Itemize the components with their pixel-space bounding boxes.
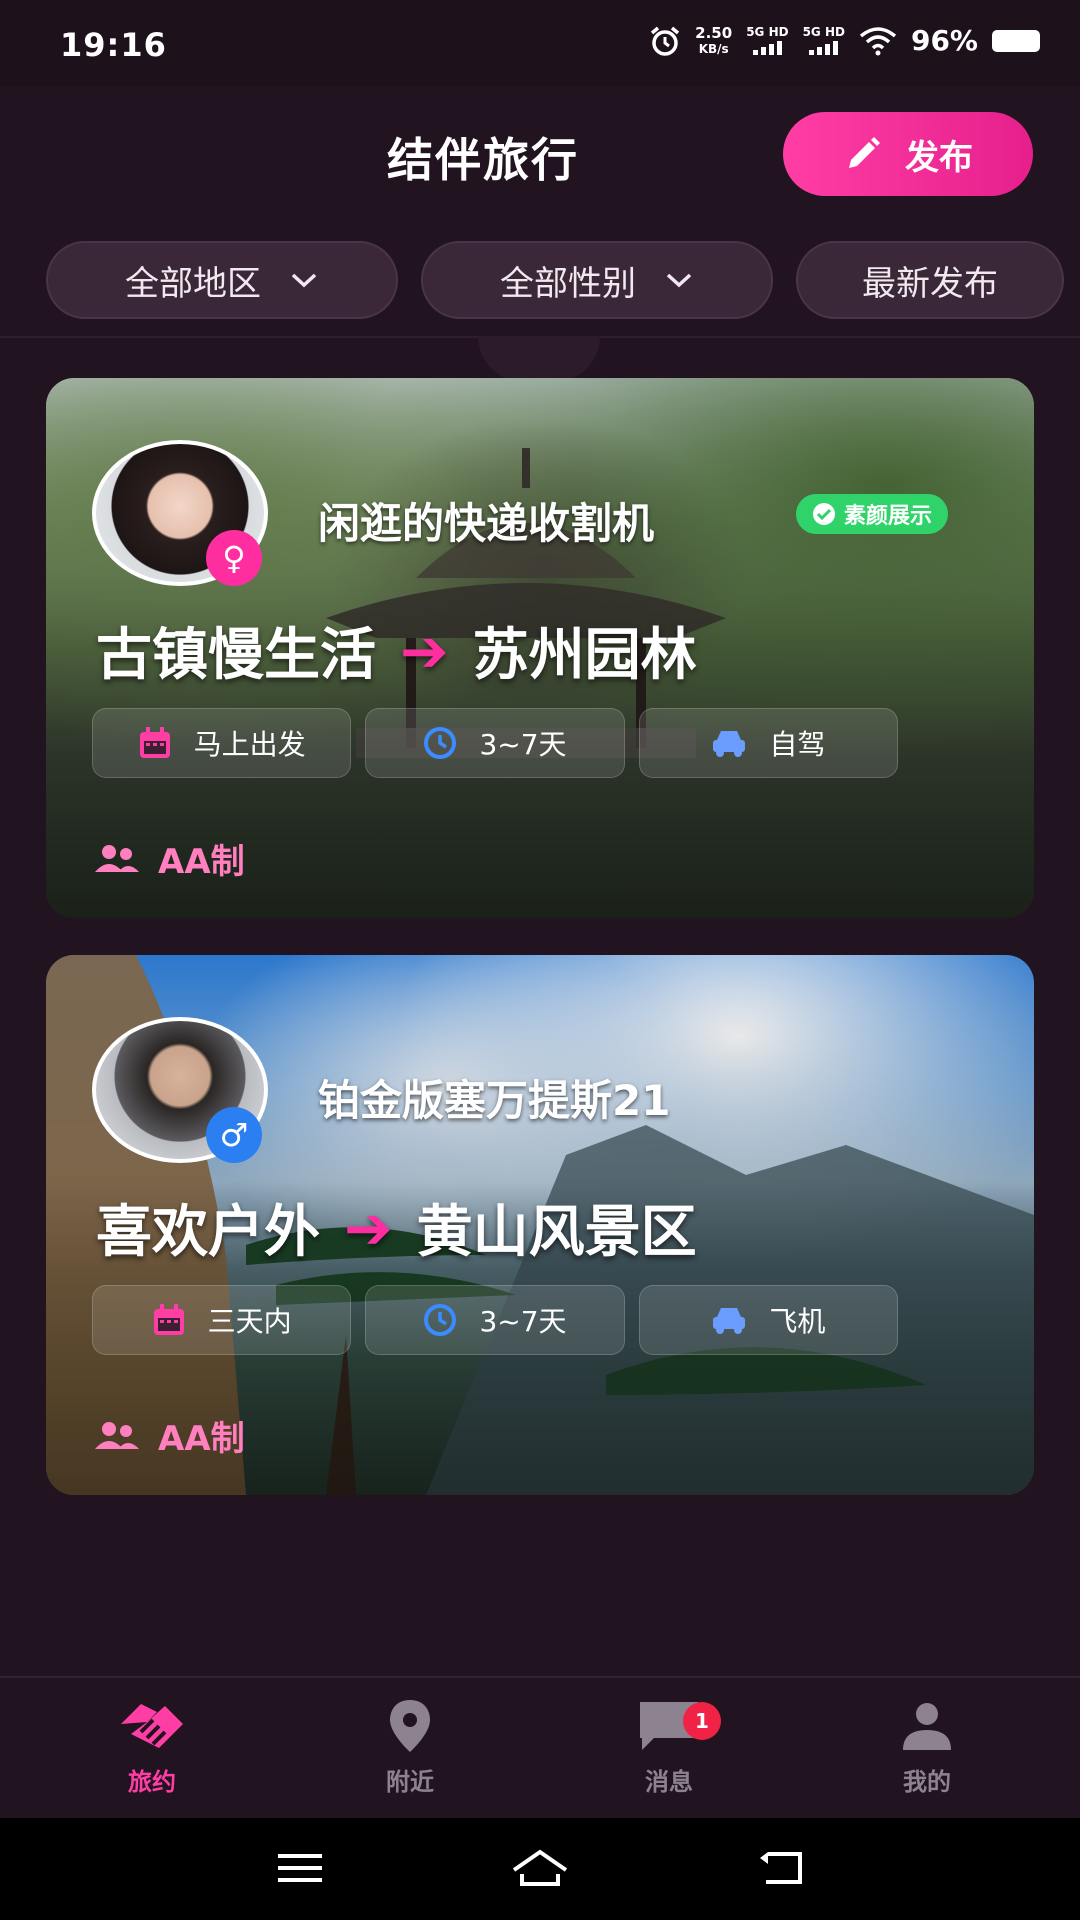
nav-item-nearby[interactable]: 附近	[340, 1698, 480, 1797]
region-filter-label: 全部地区	[125, 263, 261, 304]
bottom-nav: 旅约 附近 1 消息 我的	[0, 1676, 1080, 1818]
trip-route: 古镇慢生活 ➔ 苏州园林	[96, 610, 697, 691]
battery-icon	[992, 29, 1040, 52]
calendar-icon	[153, 1304, 184, 1335]
username: 闲逛的快递收割机	[318, 499, 655, 548]
nav-item-messages[interactable]: 1 消息	[599, 1698, 739, 1797]
trip-info-row: 三天内 3~7天 飞机	[92, 1285, 912, 1355]
username: 铂金版塞万提斯21	[318, 1076, 671, 1125]
depart-info: 马上出发	[92, 708, 352, 778]
trip-theme: 喜欢户外	[96, 1200, 320, 1265]
duration-info: 3~7天	[365, 708, 625, 778]
sim2-signal: 5G HD	[803, 26, 845, 55]
alarm-icon	[651, 26, 680, 56]
clock-icon	[424, 727, 457, 759]
trip-theme: 古镇慢生活	[96, 623, 376, 688]
trip-destination: 黄山风景区	[416, 1200, 697, 1265]
battery-percent: 96%	[910, 24, 978, 57]
status-time: 19:16	[60, 26, 167, 64]
sim1-signal: 5G HD	[746, 26, 789, 55]
nav-item-profile[interactable]: 我的	[857, 1698, 997, 1797]
depart-info: 三天内	[92, 1285, 352, 1355]
gender-filter[interactable]: 全部性别	[421, 241, 773, 319]
male-icon: ♂	[206, 1107, 262, 1163]
trip-route: 喜欢户外 ➔ 黄山风景区	[96, 1187, 697, 1268]
arrow-right-icon: ➔	[400, 616, 449, 685]
handshake-icon	[121, 1704, 183, 1748]
person-icon	[903, 1703, 951, 1750]
gender-filter-label: 全部性别	[500, 263, 636, 304]
transport-info: 自驾	[638, 708, 898, 778]
trip-card[interactable]: ♂ 铂金版塞万提斯21 喜欢户外 ➔ 黄山风景区 三天内 3~7天 飞机 AA制	[46, 955, 1034, 1495]
publish-label: 发布	[905, 137, 973, 178]
network-speed: 2.50 KB/s	[695, 23, 733, 56]
sort-filter-label: 最新发布	[862, 263, 998, 304]
wifi-icon	[859, 26, 897, 55]
status-bar: 19:16 2.50 KB/s 5G HD 5G HD 96%	[0, 0, 1080, 86]
home-icon[interactable]	[510, 1848, 570, 1888]
unread-badge: 1	[683, 1702, 721, 1740]
calendar-icon	[139, 727, 170, 758]
chevron-down-icon	[291, 273, 317, 288]
trip-card[interactable]: ♀ 闲逛的快递收割机 素颜展示 古镇慢生活 ➔ 苏州园林 马上出发 3~7天 自…	[46, 378, 1034, 918]
arrow-right-icon: ➔	[344, 1193, 393, 1262]
car-icon	[713, 731, 746, 757]
system-nav-bar	[0, 1818, 1080, 1920]
pull-tab[interactable]	[478, 336, 600, 382]
check-badge-icon	[813, 503, 835, 525]
location-pin-icon	[390, 1700, 430, 1752]
female-icon: ♀	[206, 530, 262, 586]
publish-button[interactable]: 发布	[783, 112, 1033, 196]
cost-info: AA制	[94, 834, 245, 883]
status-icons: 2.50 KB/s 5G HD 5G HD 96%	[649, 24, 1040, 57]
clock-icon	[424, 1304, 457, 1336]
chevron-down-icon	[666, 273, 692, 288]
duration-info: 3~7天	[365, 1285, 625, 1355]
car-icon	[713, 1308, 746, 1334]
transport-info: 飞机	[638, 1285, 898, 1355]
group-icon	[95, 844, 139, 872]
group-icon	[95, 1421, 139, 1449]
trip-info-row: 马上出发 3~7天 自驾	[92, 708, 912, 778]
region-filter[interactable]: 全部地区	[46, 241, 398, 319]
pencil-icon	[849, 137, 880, 168]
cost-info: AA制	[94, 1411, 245, 1460]
menu-icon[interactable]	[276, 1848, 324, 1888]
back-icon[interactable]	[756, 1848, 806, 1888]
trip-destination: 苏州园林	[472, 623, 697, 688]
verified-badge: 素颜展示	[796, 494, 949, 534]
nav-item-trips[interactable]: 旅约	[82, 1698, 222, 1797]
sort-filter[interactable]: 最新发布	[796, 241, 1064, 319]
